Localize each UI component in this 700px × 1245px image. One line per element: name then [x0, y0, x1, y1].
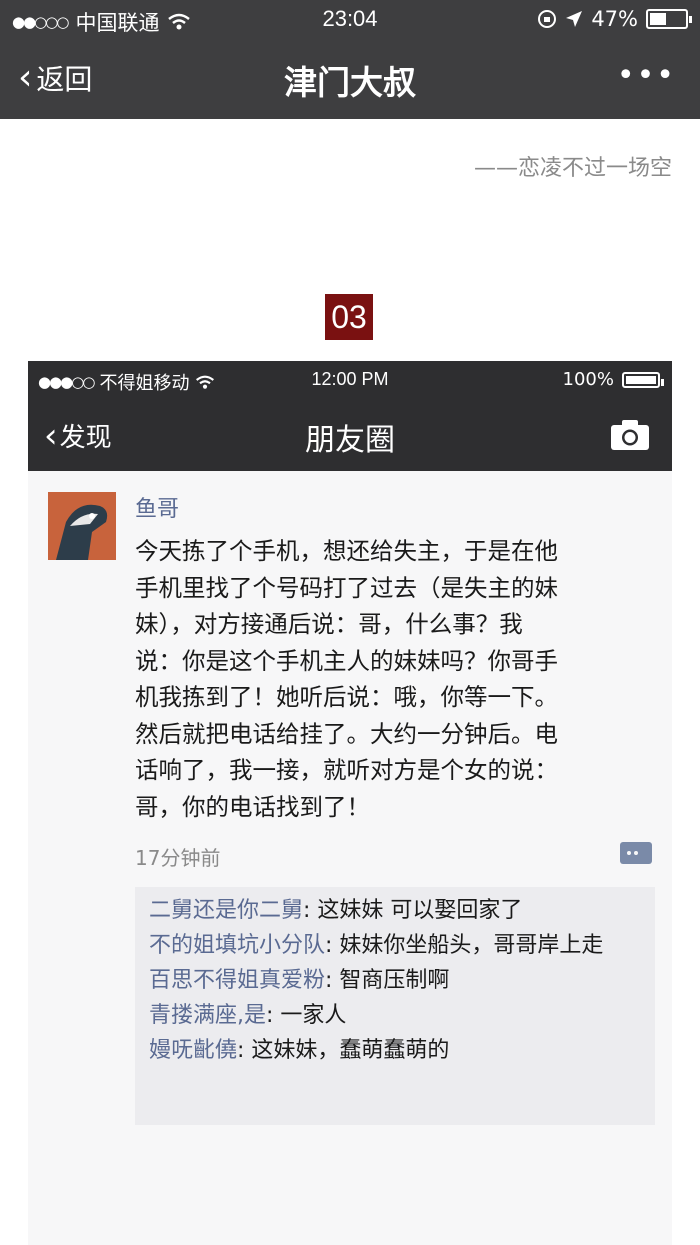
post-line: 话响了，我一接，就听对方是个女的说：	[135, 756, 558, 784]
comment-icon[interactable]	[620, 842, 652, 864]
status-bar: ●●○○○ 中国联通 23:04 47%	[0, 0, 700, 40]
battery-percent: 100%	[562, 369, 614, 390]
battery-icon	[646, 9, 692, 29]
inner-nav-bar: ‹ 发现 朋友圈	[28, 397, 672, 471]
battery-icon	[622, 371, 664, 388]
rotation-lock-icon	[538, 10, 557, 28]
avatar[interactable]	[48, 492, 116, 560]
battery-fill	[650, 13, 666, 25]
camera-button[interactable]	[610, 419, 650, 455]
post-line: 然后就把电话给挂了。大约一分钟后。电	[135, 719, 558, 748]
post-line: 机我拣到了！她听后说：哦，你等一下。	[135, 683, 558, 711]
comment-item: 百思不得姐真爱粉: 智商压制啊	[149, 963, 641, 998]
comment-text: : 这妹妹 可以娶回家了	[303, 898, 523, 923]
moments-title: 朋友圈	[305, 423, 395, 458]
article-quote: ——恋凌不过一场空	[473, 156, 672, 181]
nav-bar: ‹ 返回 津门大叔 •••	[0, 40, 700, 119]
comment-list: 二舅还是你二舅: 这妹妹 可以娶回家了 不的姐填坑小分队: 妹妹你坐船头，哥哥岸…	[135, 887, 655, 1125]
comment-item: 青搂满座,是: 一家人	[149, 998, 641, 1033]
battery-percent: 47%	[591, 7, 638, 31]
comment-text: : 智商压制啊	[325, 968, 450, 993]
post-author[interactable]: 鱼哥	[135, 491, 179, 523]
post-body: 今天拣了个手机，想还给失主，于是在他 手机里找了个号码打了过去（是失主的妹 妹）…	[135, 533, 635, 825]
location-arrow-icon	[566, 11, 583, 27]
embedded-screenshot: ●●●○○ 不得姐移动 12:00 PM 100% ‹ 发现 朋友圈 鱼哥 今天…	[28, 361, 672, 1245]
comment-author[interactable]: 二舅还是你二舅	[149, 898, 303, 923]
post-line: 手机里找了个号码打了过去（是失主的妹	[135, 573, 558, 602]
section-number-badge: 03	[325, 294, 373, 340]
camera-icon	[611, 420, 649, 450]
comment-author[interactable]: 不的姐填坑小分队	[149, 933, 325, 958]
avatar-image	[48, 492, 116, 560]
comment-text: : 这妹妹，蠢萌蠢萌的	[237, 1038, 450, 1063]
post-line: 今天拣了个手机，想还给失主，于是在他	[135, 537, 558, 565]
comment-item: 嫚呒齔僥: 这妹妹，蠢萌蠢萌的	[149, 1033, 641, 1068]
inner-status-bar: ●●●○○ 不得姐移动 12:00 PM 100%	[28, 361, 672, 397]
post-line: 哥，你的电话找到了！	[135, 792, 370, 821]
post-line: 说：你是这个手机主人的妹妹吗？你哥手	[135, 646, 558, 675]
post-timestamp: 17分钟前	[135, 846, 221, 870]
comment-author[interactable]: 青搂满座,是	[149, 1003, 266, 1028]
battery-fill	[626, 375, 656, 384]
comment-text: : 一家人	[266, 1003, 347, 1028]
comment-author[interactable]: 嫚呒齔僥	[149, 1038, 237, 1063]
page-title: 津门大叔	[284, 63, 416, 102]
comment-item: 二舅还是你二舅: 这妹妹 可以娶回家了	[149, 893, 641, 928]
comment-author[interactable]: 百思不得姐真爱粉	[149, 968, 325, 993]
comment-item: 不的姐填坑小分队: 妹妹你坐船头，哥哥岸上走	[149, 928, 641, 963]
comment-text: : 妹妹你坐船头，哥哥岸上走	[325, 933, 604, 958]
post-line: 妹），对方接通后说：哥，什么事？我	[135, 610, 523, 638]
outer-app-header: ●●○○○ 中国联通 23:04 47% ‹ 返回 津门大叔 •••	[0, 0, 700, 119]
more-button[interactable]: •••	[617, 58, 676, 93]
